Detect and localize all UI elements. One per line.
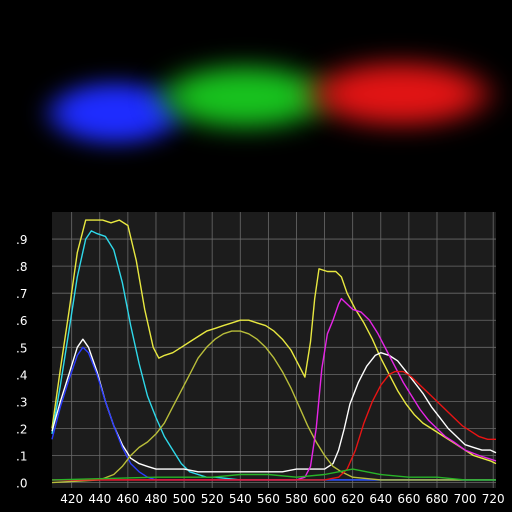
- x-tick-label: 620: [341, 492, 364, 506]
- y-tick-label: .3: [16, 395, 27, 409]
- x-tick-label: 480: [145, 492, 168, 506]
- x-tick-label: 580: [285, 492, 308, 506]
- x-tick-label: 460: [116, 492, 139, 506]
- y-tick-label: .2: [16, 422, 27, 436]
- x-tick-label: 540: [229, 492, 252, 506]
- y-tick-label: .6: [16, 314, 27, 328]
- x-tick-label: 720: [482, 492, 505, 506]
- y-tick-label: .0: [16, 477, 27, 491]
- x-tick-label: 700: [454, 492, 477, 506]
- x-tick-label: 660: [397, 492, 420, 506]
- plot-area: [52, 212, 496, 488]
- y-tick-label: .9: [16, 233, 27, 247]
- spectrum-chart: .0 .1 .2 .3 .4 .5 .6 .7 .8 .9 420 440 460 480 500 520 5…: [0, 200, 512, 512]
- x-tick-label: 560: [257, 492, 280, 506]
- y-tick-label: .8: [16, 260, 27, 274]
- spectrum-image: [0, 0, 512, 200]
- y-tick-label: .7: [16, 287, 27, 301]
- x-tick-label: 600: [313, 492, 336, 506]
- x-tick-label: 520: [201, 492, 224, 506]
- x-tick-label: 640: [369, 492, 392, 506]
- red-band: [300, 58, 500, 130]
- x-tick-label: 680: [426, 492, 449, 506]
- x-tick-label: 500: [173, 492, 196, 506]
- y-tick-label: .4: [16, 368, 27, 382]
- x-tick-label: 420: [60, 492, 83, 506]
- y-tick-label: .1: [16, 450, 27, 464]
- y-tick-label: .5: [16, 341, 27, 355]
- x-tick-label: 440: [88, 492, 111, 506]
